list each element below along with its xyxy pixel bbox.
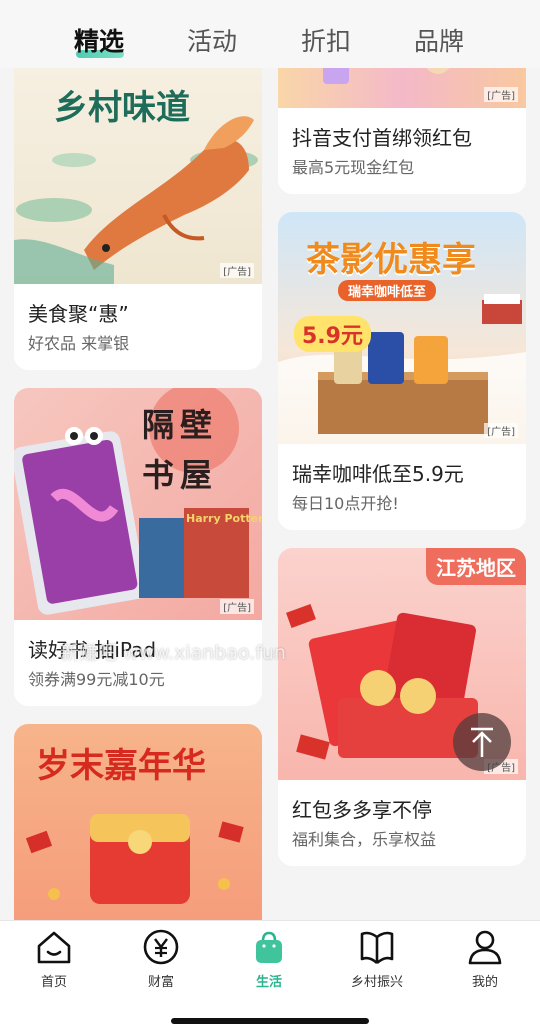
food-promo-image: 乡村味道 [广告] (14, 40, 262, 284)
tab-brands[interactable]: 品牌 (414, 24, 464, 60)
tab-label: 精选 (74, 27, 125, 56)
red-packet-card-title: 红包多多享不停 (292, 798, 432, 822)
nav-rural-revitalization[interactable]: 乡村振兴 (337, 927, 417, 990)
top-tab-bar: 精选 活动 折扣 品牌 (0, 0, 540, 68)
nav-label: 生活 (255, 975, 282, 990)
arrow-up-icon (471, 727, 493, 757)
luckin-price-badge: 5.9元 (294, 316, 371, 352)
yuan-icon (143, 929, 179, 965)
ad-tag: [广告] (220, 599, 254, 614)
scroll-to-top-button[interactable] (453, 713, 511, 771)
nav-label: 我的 (471, 975, 498, 990)
tab-discounts[interactable]: 折扣 (301, 24, 351, 60)
region-badge: 江苏地区 (426, 548, 526, 585)
book-cover-title: Harry Potter (186, 512, 262, 525)
luckin-card-subtitle: 每日10点开抢! (292, 494, 399, 513)
luckin-card-title: 瑞幸咖啡低至5.9元 (292, 462, 464, 486)
tab-label: 活动 (187, 27, 238, 56)
tab-activities[interactable]: 活动 (187, 24, 237, 60)
ad-tag: [广告] (220, 263, 254, 278)
shopping-bag-icon (256, 931, 282, 963)
food-card-title: 美食聚“惠” (28, 302, 129, 326)
bookstore-promo-image: 隔壁 书屋 Harry Potter [广告] (14, 388, 262, 620)
red-packet-card[interactable]: 江苏地区 [广告] 红包多多享不停 福利集合，乐享权益 (278, 548, 526, 866)
user-icon (468, 930, 502, 965)
bookstore-card-subtitle: 领券满99元减10元 (28, 670, 165, 689)
ad-tag: [广告] (484, 423, 518, 438)
home-indicator (171, 1018, 369, 1024)
nav-wealth[interactable]: 财富 (121, 927, 201, 990)
nav-label: 首页 (40, 975, 67, 990)
bookstore-banner-line1: 隔壁 (142, 406, 219, 444)
carnival-banner-title: 岁末嘉年华 (36, 746, 206, 786)
bookstore-banner-line2: 书屋 (142, 456, 219, 494)
luckin-coffee-image: 茶影优惠享 瑞幸咖啡低至 5.9元 [广告] (278, 212, 526, 444)
tab-featured[interactable]: 精选 (74, 24, 124, 60)
douyin-card-subtitle: 最高5元现金红包 (292, 158, 415, 177)
carnival-promo-card[interactable]: 岁末嘉年华 (14, 724, 262, 944)
carnival-promo-image: 岁末嘉年华 (14, 724, 262, 944)
nav-mine[interactable]: 我的 (445, 927, 525, 990)
nav-label: 财富 (147, 975, 174, 990)
luckin-banner-subtitle: 瑞幸咖啡低至 (338, 280, 437, 301)
food-banner-title: 乡村味道 (54, 88, 190, 128)
watermark: 新赚吧 www.xianbao.fun (60, 642, 286, 664)
nav-home[interactable]: 首页 (14, 927, 94, 990)
book-icon (360, 931, 394, 964)
nav-life[interactable]: 生活 (229, 927, 309, 990)
home-icon (37, 931, 71, 964)
food-promo-card[interactable]: 乡村味道 [广告] 美食聚“惠” 好农品 来掌银 (14, 40, 262, 370)
luckin-banner-title: 茶影优惠享 (306, 240, 476, 280)
luckin-coffee-card[interactable]: 茶影优惠享 瑞幸咖啡低至 5.9元 [广告] 瑞幸咖啡低至5.9元 每日10点开… (278, 212, 526, 530)
tab-label: 折扣 (301, 27, 352, 56)
ad-tag: [广告] (484, 87, 518, 102)
douyin-card-title: 抖音支付首绑领红包 (292, 126, 472, 150)
nav-label: 乡村振兴 (350, 975, 403, 990)
red-packet-card-subtitle: 福利集合，乐享权益 (292, 830, 437, 849)
tab-label: 品牌 (414, 27, 465, 56)
food-card-subtitle: 好农品 来掌银 (28, 334, 130, 353)
